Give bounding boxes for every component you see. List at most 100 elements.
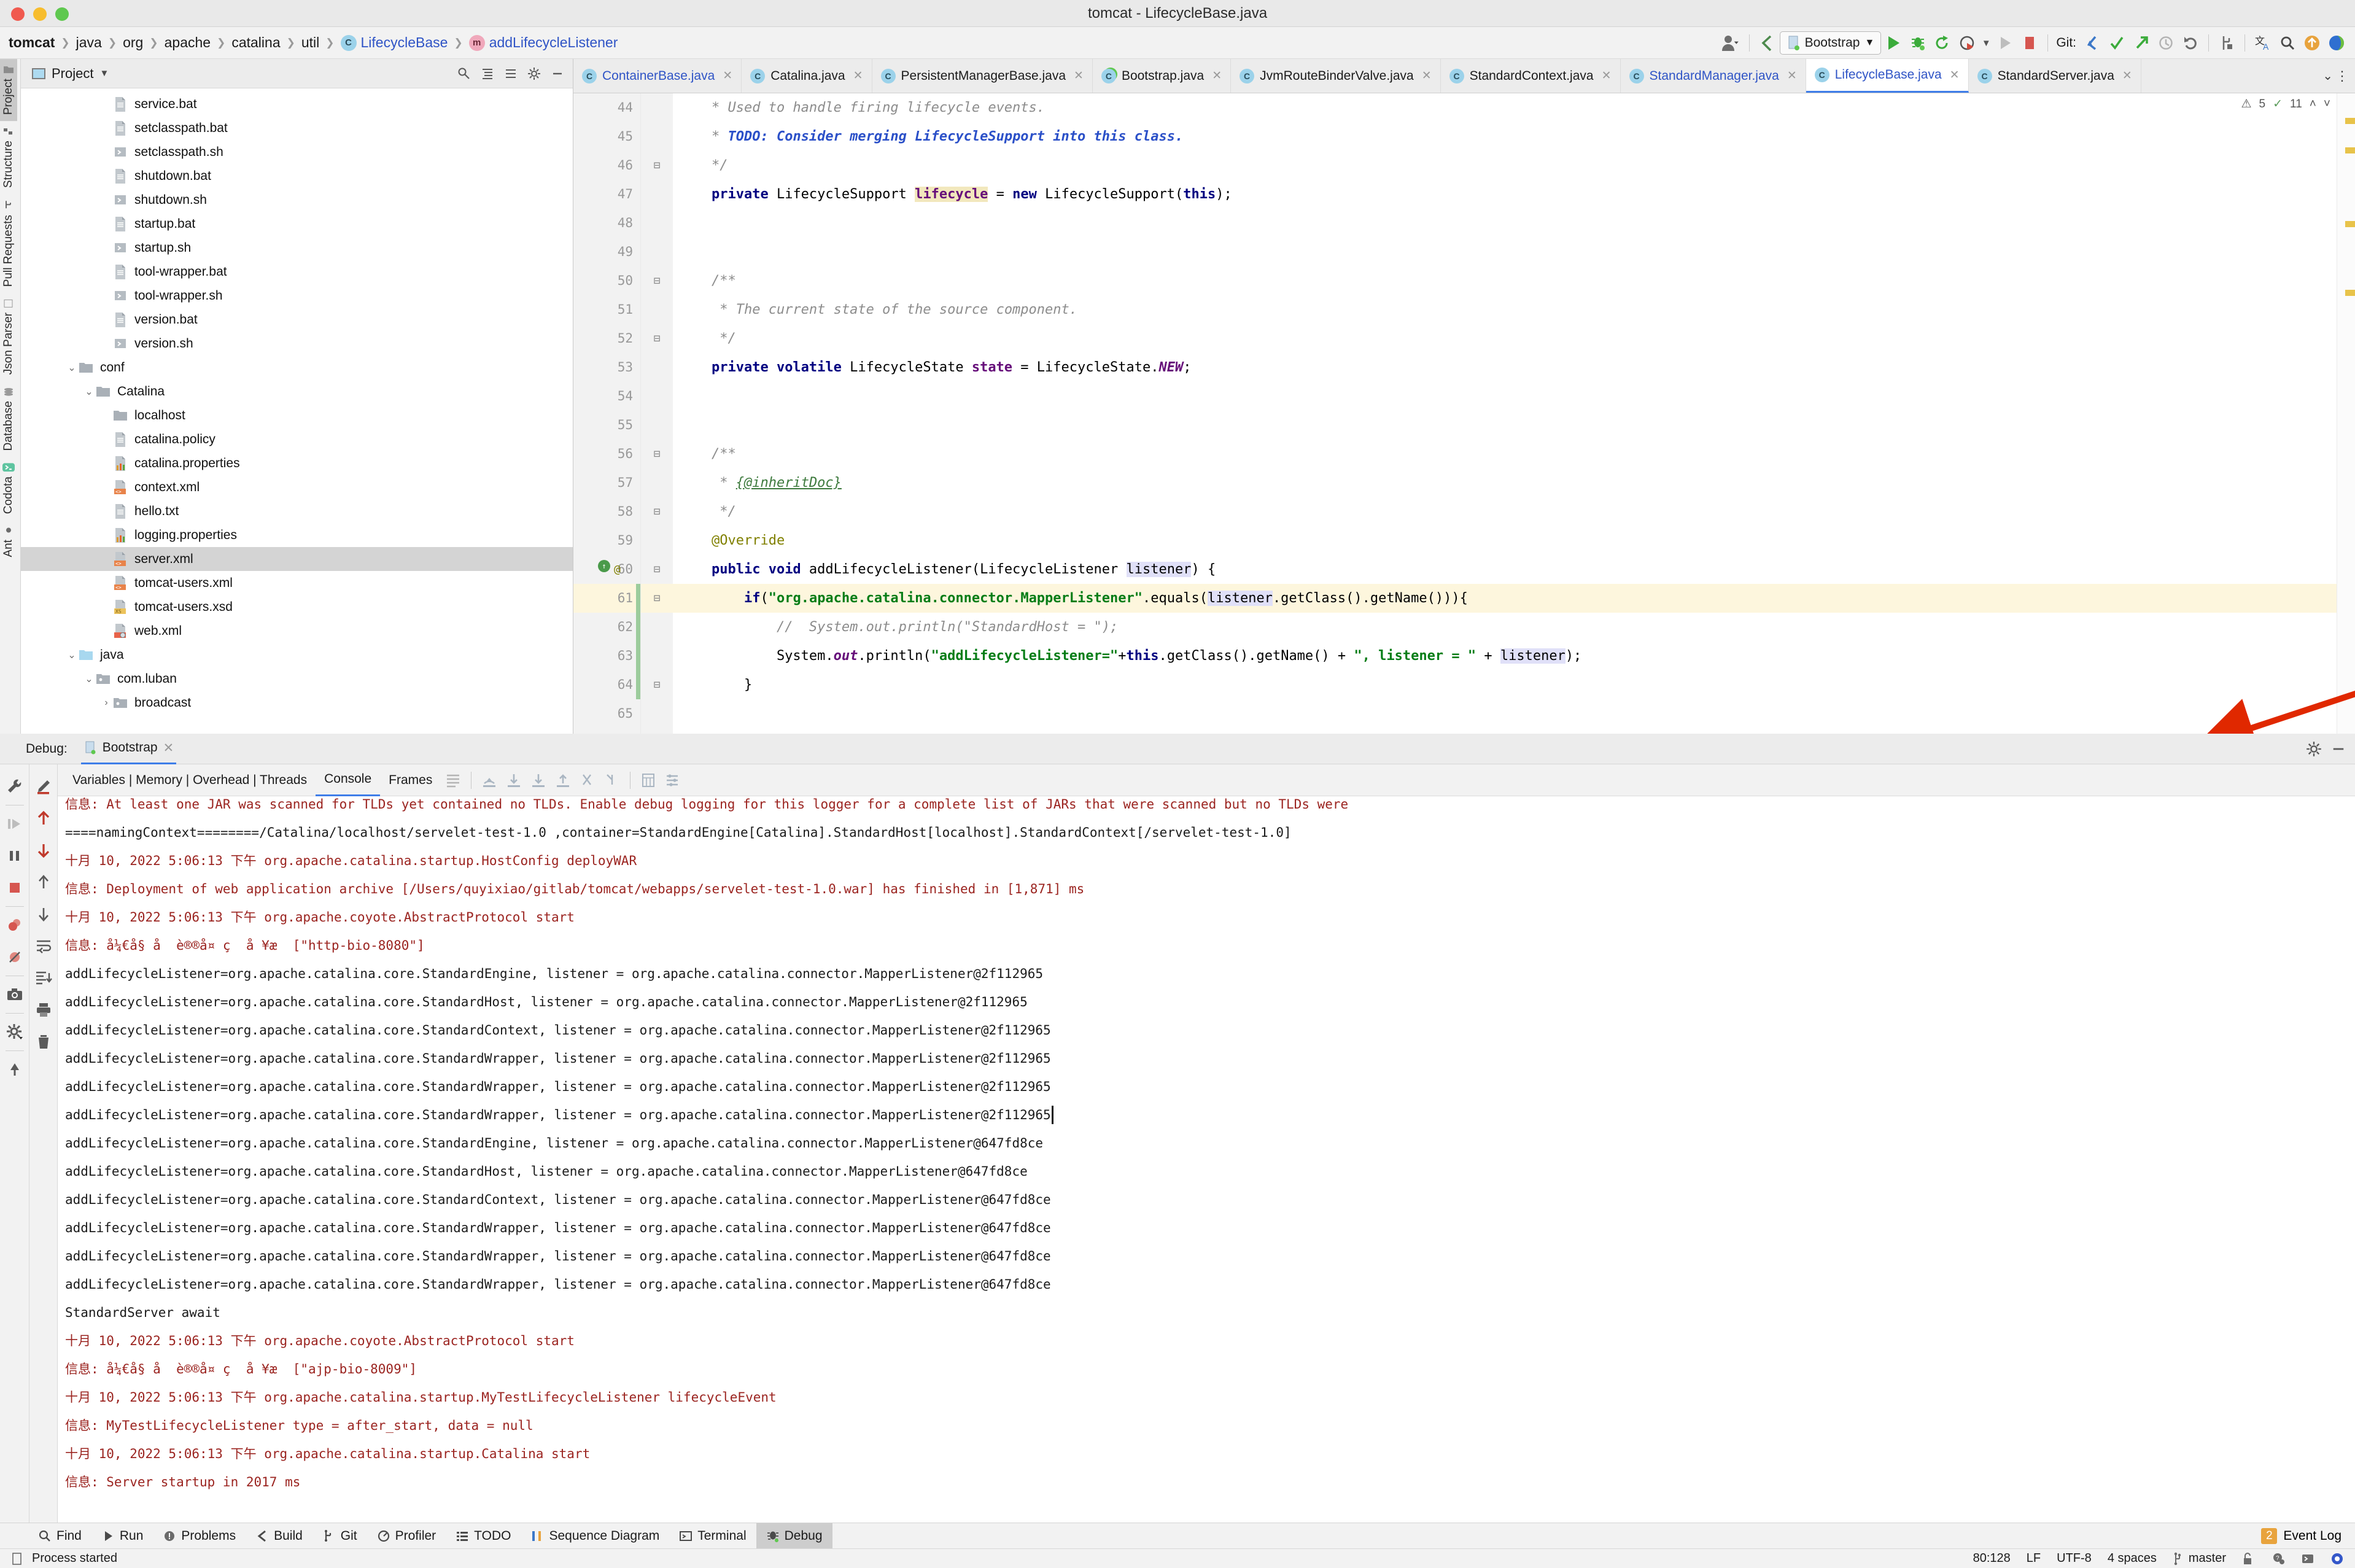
history-icon[interactable]: [2154, 31, 2178, 55]
console-line[interactable]: addLifecycleListener=org.apache.catalina…: [58, 1186, 2355, 1214]
code-editor[interactable]: 44 45 46 47 48 49 50 51 52 53 54 55 56 57 58 59 ↑ @60 61 62…: [573, 93, 2355, 734]
tree-node[interactable]: hello.txt: [21, 499, 573, 523]
step-into-icon[interactable]: [502, 768, 526, 793]
breadcrumb-item-lifecyclebase[interactable]: C LifecycleBase: [340, 34, 448, 51]
debug-tab-frames[interactable]: Frames: [380, 764, 441, 796]
debug-tab-bar[interactable]: Variables | Memory | Overhead | Threads C…: [58, 764, 2355, 796]
close-tab-icon[interactable]: ✕: [1074, 69, 1084, 83]
tree-node[interactable]: logging.properties: [21, 523, 573, 547]
project-panel-tools[interactable]: [454, 63, 568, 84]
tree-node[interactable]: ⌄ com.luban: [21, 667, 573, 691]
console-line[interactable]: 十月 10, 2022 5:06:13 下午 org.apache.coyote…: [58, 903, 2355, 931]
tree-node[interactable]: tool-wrapper.sh: [21, 284, 573, 308]
editor-tab-standardserver[interactable]: C StandardServer.java ✕: [1969, 59, 2141, 93]
console-line[interactable]: 十月 10, 2022 5:06:13 下午 org.apache.coyote…: [58, 1327, 2355, 1355]
chevron-down-icon[interactable]: ⌄: [82, 386, 96, 398]
tree-node[interactable]: ⌄ java: [21, 643, 573, 667]
tool-window-button-profiler[interactable]: Profiler: [367, 1523, 446, 1549]
debug-session-toolbar[interactable]: [0, 764, 29, 1523]
close-tab-icon[interactable]: ✕: [1212, 69, 1222, 83]
code-line[interactable]: [673, 209, 2355, 238]
tool-window-button-build[interactable]: Build: [246, 1523, 312, 1549]
status-bar-right[interactable]: 80:128 LF UTF-8 4 spaces master ?: [1973, 1551, 2355, 1566]
console-side-toolbar[interactable]: [29, 764, 58, 1523]
code-line[interactable]: * TODO: Consider merging LifecycleSuppor…: [673, 122, 2355, 151]
expand-all-icon[interactable]: [454, 63, 475, 84]
chevron-down-icon[interactable]: ⌄: [65, 362, 79, 374]
chevron-down-icon[interactable]: ▼: [99, 68, 109, 79]
chevron-down-icon[interactable]: ⌄: [2322, 68, 2333, 83]
editor-tab-bootstrap[interactable]: C Bootstrap.java ✕: [1093, 59, 1232, 93]
code-line[interactable]: */: [673, 151, 2355, 180]
tree-node[interactable]: version.sh: [21, 332, 573, 355]
collapse-all-icon[interactable]: [477, 63, 498, 84]
close-tab-icon[interactable]: ✕: [1787, 69, 1797, 83]
browser-icon[interactable]: [2330, 1552, 2344, 1566]
code-line[interactable]: /**: [673, 440, 2355, 468]
debug-tab-variables-memory-overhead-threads[interactable]: Variables | Memory | Overhead | Threads: [64, 764, 316, 796]
editor-tab-lifecyclebase[interactable]: C LifecycleBase.java ✕: [1806, 59, 1969, 93]
soft-down-arrow-icon[interactable]: [30, 898, 57, 930]
breadcrumb-item-util[interactable]: util: [301, 34, 319, 51]
tree-node[interactable]: service.bat: [21, 92, 573, 116]
console-line[interactable]: addLifecycleListener=org.apache.catalina…: [58, 1016, 2355, 1044]
console-line[interactable]: addLifecycleListener=org.apache.catalina…: [58, 960, 2355, 988]
tree-node[interactable]: <> context.xml: [21, 475, 573, 499]
tree-node[interactable]: catalina.policy: [21, 427, 573, 451]
tree-node[interactable]: ⌄ Catalina: [21, 379, 573, 403]
code-line[interactable]: private LifecycleSupport lifecycle = new…: [673, 180, 2355, 209]
editor-gutter[interactable]: 44 45 46 47 48 49 50 51 52 53 54 55 56 57 58 59 ↑ @60 61 62…: [573, 93, 641, 734]
step-out-icon[interactable]: [551, 768, 575, 793]
editor-fold-gutter[interactable]: ⊟ ⊟ ⊟ ⊟ ⊟ ⊟ ⊟ ⊟: [641, 93, 673, 734]
run-configuration-selector[interactable]: Bootstrap ▼: [1779, 31, 1882, 55]
tool-window-button-debug[interactable]: Debug: [756, 1523, 832, 1549]
chevron-up-icon[interactable]: ˄: [2310, 98, 2316, 111]
encoding[interactable]: UTF-8: [2057, 1551, 2092, 1566]
tree-node[interactable]: startup.bat: [21, 212, 573, 236]
window-controls[interactable]: [11, 7, 69, 21]
stop-icon[interactable]: [1, 872, 28, 904]
tree-node[interactable]: localhost: [21, 403, 573, 427]
close-tab-icon[interactable]: ✕: [1422, 69, 1432, 83]
pin-icon[interactable]: [1, 1054, 28, 1085]
hide-icon[interactable]: [547, 63, 568, 84]
settings2-icon[interactable]: [661, 768, 685, 793]
tool-tab-project[interactable]: Project: [0, 59, 17, 122]
inspection-icon[interactable]: ?: [2272, 1552, 2285, 1566]
minimize-window-button[interactable]: [33, 7, 47, 21]
code-line[interactable]: private volatile LifecycleState state = …: [673, 353, 2355, 382]
force-step-into-icon[interactable]: [526, 768, 551, 793]
tree-node[interactable]: <> server.xml: [21, 547, 573, 571]
code-line[interactable]: * The current state of the source compon…: [673, 295, 2355, 324]
fold-marker-icon[interactable]: ⊟: [641, 151, 673, 180]
camera-icon[interactable]: [1, 979, 28, 1011]
tree-node[interactable]: shutdown.bat: [21, 164, 573, 188]
inspection-widget[interactable]: ⚠ 5 ✓ 11 ˄ ˅: [2241, 97, 2331, 111]
fold-marker-icon[interactable]: ⊟: [641, 440, 673, 468]
run-to-cursor-icon[interactable]: [600, 768, 624, 793]
tree-node[interactable]: setclasspath.sh: [21, 140, 573, 164]
user-avatar-icon[interactable]: [1719, 31, 1744, 55]
event-log-widget[interactable]: 2 Event Log: [2261, 1527, 2355, 1544]
tool-window-button-git[interactable]: Git: [312, 1523, 367, 1549]
run-icon[interactable]: [1881, 31, 1906, 55]
console-line[interactable]: ====namingContext========/Catalina/local…: [58, 818, 2355, 847]
update-project-icon[interactable]: [2080, 31, 2105, 55]
code-line[interactable]: * {@inheritDoc}: [673, 468, 2355, 497]
console-line[interactable]: 信息: MyTestLifecycleListener type = after…: [58, 1411, 2355, 1440]
hide-icon[interactable]: [2330, 741, 2346, 757]
maximize-window-button[interactable]: [55, 7, 69, 21]
push-icon[interactable]: [2129, 31, 2154, 55]
lock-icon[interactable]: [2242, 1552, 2256, 1566]
drop-frame-icon[interactable]: [575, 768, 600, 793]
breadcrumb-item-org[interactable]: org: [123, 34, 143, 51]
code-line[interactable]: lifecycle.addLifecycleListener(listener)…: [673, 728, 2355, 734]
editor-tab-standardmanager[interactable]: C StandardManager.java ✕: [1621, 59, 1806, 93]
tool-window-button-todo[interactable]: TODO: [446, 1523, 521, 1549]
code-line[interactable]: // System.out.println("StandardHost = ")…: [673, 613, 2355, 642]
close-tab-icon[interactable]: ✕: [1950, 68, 1960, 82]
tree-node[interactable]: tool-wrapper.bat: [21, 260, 573, 284]
debug-icon[interactable]: [1906, 31, 1930, 55]
tree-node[interactable]: XS tomcat-users.xsd: [21, 595, 573, 619]
editor-tab-bar[interactable]: C ContainerBase.java ✕ C Catalina.java ✕ C Pers…: [573, 59, 2355, 93]
